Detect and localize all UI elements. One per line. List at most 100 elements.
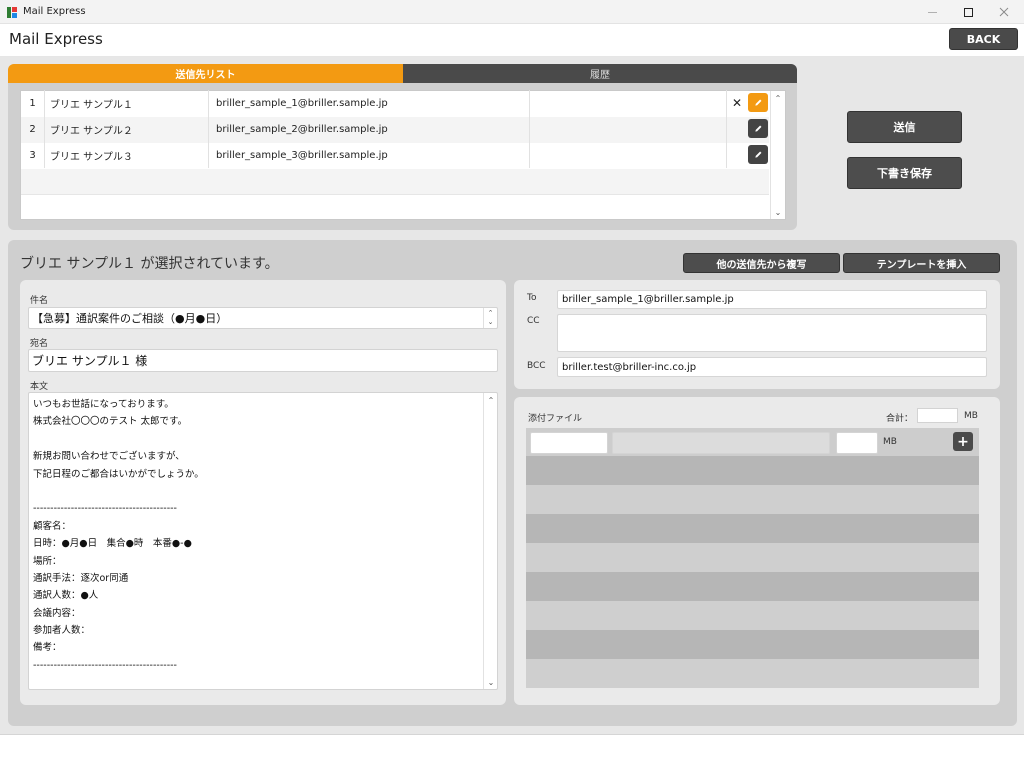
body-line: ----------------------------------------… <box>33 659 177 671</box>
pencil-icon <box>754 99 761 106</box>
footer-bar <box>0 734 1024 765</box>
app-icon <box>7 7 17 18</box>
bcc-label: BCC <box>527 361 546 371</box>
body-line: 顧客名： <box>33 520 72 532</box>
recipient-email: briller_sample_1@briller.sample.jp <box>209 90 530 116</box>
body-line: 備考： <box>33 642 62 654</box>
total-size-field <box>917 408 958 423</box>
subject-value: 【急募】通訳案件のご相談（●月●日） <box>32 312 228 325</box>
attachment-table: MB + <box>526 428 979 688</box>
save-draft-button[interactable]: 下書き保存 <box>847 157 962 189</box>
tab-recipient-list[interactable]: 送信先リスト <box>8 64 403 83</box>
bcc-field[interactable]: briller.test@briller-inc.co.jp <box>557 357 987 377</box>
addressee-field[interactable]: ブリエ サンプル１ 様 <box>28 349 498 372</box>
row-number: 3 <box>21 142 45 168</box>
body-line: 新規お問い合わせでございますが、 <box>33 451 185 463</box>
attachment-row <box>526 514 979 543</box>
recipient-name: ブリエ サンプル２ <box>45 116 209 142</box>
attachment-file-input[interactable] <box>612 432 830 454</box>
row-number: 2 <box>21 116 45 142</box>
window-titlebar <box>0 0 1024 24</box>
body-line: いつもお世話になっております。 <box>33 399 174 410</box>
recipient-email: briller_sample_3@briller.sample.jp <box>209 142 530 168</box>
body-line: 株式会社〇〇〇のテスト 太郎です。 <box>33 416 188 428</box>
send-button[interactable]: 送信 <box>847 111 962 143</box>
row-stripe <box>21 169 769 195</box>
attachment-row <box>526 456 979 485</box>
recipient-extra <box>530 116 727 142</box>
add-attachment-button[interactable]: + <box>953 432 973 451</box>
total-size-label: 合計： <box>886 414 914 424</box>
attachment-size-unit: MB <box>883 437 897 447</box>
attachment-row <box>526 630 979 659</box>
chevron-down-icon[interactable]: ⌄ <box>488 318 494 327</box>
chevron-up-icon[interactable]: ⌃ <box>488 309 494 318</box>
maximize-button[interactable] <box>950 0 986 24</box>
scroll-down-icon[interactable]: ⌄ <box>771 205 785 219</box>
body-text: いつもお世話になっております。株式会社〇〇〇のテスト 太郎です。 新規お問い合わせ… <box>33 396 483 674</box>
subject-label: 件名 <box>30 296 49 306</box>
attachment-label: 添付ファイル <box>528 414 583 424</box>
body-line: 日時：●月●日 集合●時 本番●-● <box>33 538 192 550</box>
body-line: 会議内容： <box>33 607 81 619</box>
table-row[interactable]: 1 ブリエ サンプル１ briller_sample_1@briller.sam… <box>21 90 769 116</box>
body-line: 下記日程のご都合はいかがでしょうか。 <box>33 468 204 480</box>
recipient-list-scrollbar[interactable]: ⌃ ⌄ <box>770 91 785 219</box>
attachment-name-input[interactable] <box>530 432 608 454</box>
table-row[interactable]: 2 ブリエ サンプル２ briller_sample_2@briller.sam… <box>21 116 769 142</box>
close-button[interactable] <box>986 0 1022 24</box>
attachment-row <box>526 601 979 630</box>
recipient-name: ブリエ サンプル１ <box>45 90 209 116</box>
edit-button[interactable] <box>748 93 768 112</box>
minimize-icon <box>927 11 937 13</box>
attachment-row <box>526 572 979 601</box>
body-line: 通訳手法：逐次or同通 <box>33 572 129 584</box>
addressee-label: 宛名 <box>30 339 49 349</box>
tab-history[interactable]: 履歴 <box>403 64 797 83</box>
body-line: 参加者人数： <box>33 625 91 637</box>
recipient-email: briller_sample_2@briller.sample.jp <box>209 116 530 142</box>
edit-button[interactable] <box>748 145 768 164</box>
pencil-icon <box>754 151 761 158</box>
pencil-icon <box>754 125 761 132</box>
attachment-row <box>526 659 979 688</box>
attachment-row <box>526 543 979 572</box>
app-header <box>0 25 1024 57</box>
subject-field[interactable]: 【急募】通訳案件のご相談（●月●日） ⌃ ⌄ <box>28 307 498 329</box>
to-field[interactable]: briller_sample_1@briller.sample.jp <box>557 290 987 309</box>
close-icon <box>999 7 1009 17</box>
back-button[interactable]: BACK <box>949 28 1018 50</box>
scroll-down-icon[interactable]: ⌄ <box>484 675 498 689</box>
minimize-button[interactable] <box>914 0 950 24</box>
recipient-extra <box>530 142 727 168</box>
cc-field[interactable] <box>557 314 987 352</box>
body-line: 場所： <box>33 555 62 567</box>
body-line <box>33 431 483 448</box>
attachment-size-input[interactable] <box>836 432 878 454</box>
subject-spinner[interactable]: ⌃ ⌄ <box>483 308 497 328</box>
app-title: Mail Express <box>9 30 103 48</box>
copy-from-other-recipient-button[interactable]: 他の送信先から複写 <box>683 253 840 273</box>
recipient-extra <box>530 90 727 116</box>
edit-button[interactable] <box>748 119 768 138</box>
delete-icon[interactable]: ✕ <box>732 96 742 110</box>
body-textarea[interactable]: いつもお世話になっております。株式会社〇〇〇のテスト 太郎です。 新規お問い合わせ… <box>28 392 498 690</box>
body-line <box>33 483 483 500</box>
body-scrollbar[interactable]: ⌃ ⌄ <box>483 393 497 689</box>
row-divider <box>21 194 769 195</box>
attachment-input-row: MB + <box>526 428 979 456</box>
insert-template-button[interactable]: テンプレートを挿入 <box>843 253 1000 273</box>
total-size-unit: MB <box>964 411 978 421</box>
attachment-row <box>526 485 979 514</box>
body-label: 本文 <box>30 382 49 392</box>
scroll-up-icon[interactable]: ⌃ <box>484 393 498 407</box>
scroll-up-icon[interactable]: ⌃ <box>771 91 785 105</box>
cc-label: CC <box>527 316 540 326</box>
body-line: 通訳人数：●人 <box>33 590 99 602</box>
to-label: To <box>527 293 537 303</box>
recipient-name: ブリエ サンプル３ <box>45 142 209 168</box>
body-line: ----------------------------------------… <box>33 503 177 515</box>
maximize-icon <box>963 7 973 17</box>
table-row[interactable]: 3 ブリエ サンプル３ briller_sample_3@briller.sam… <box>21 142 769 168</box>
row-number: 1 <box>21 90 45 116</box>
